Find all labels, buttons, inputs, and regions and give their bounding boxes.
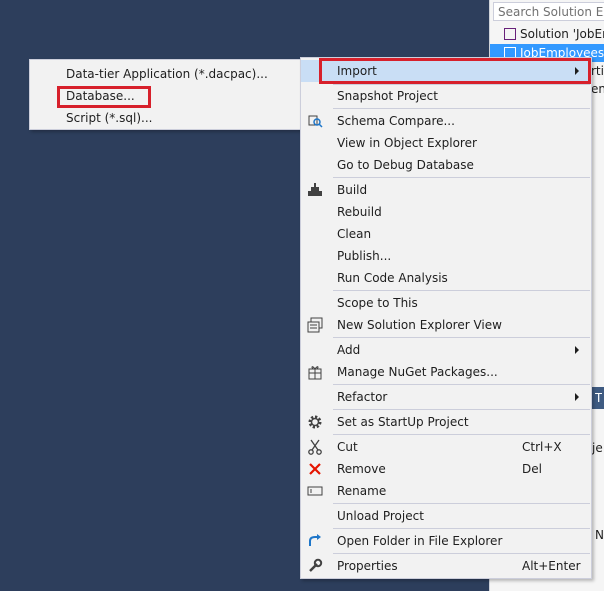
menu-item-label: Publish... xyxy=(337,249,392,263)
menu-separator xyxy=(333,108,590,109)
menu-item-new-solution-explorer-view[interactable]: New Solution Explorer View xyxy=(301,314,591,336)
rename-icon xyxy=(307,483,323,499)
menu-item-label: Open Folder in File Explorer xyxy=(337,534,503,548)
menu-item-remove[interactable]: Remove Del xyxy=(301,458,591,480)
menu-item-build[interactable]: Build xyxy=(301,179,591,201)
menu-item-label: Manage NuGet Packages... xyxy=(337,365,498,379)
menu-item-shortcut: Del xyxy=(522,462,542,476)
scissors-icon xyxy=(307,439,323,455)
solution-icon xyxy=(504,28,516,40)
menu-item-label: Scope to This xyxy=(337,296,418,310)
menu-item-view-in-object-explorer[interactable]: View in Object Explorer xyxy=(301,132,591,154)
menu-item-shortcut: Ctrl+X xyxy=(522,440,562,454)
menu-item-label: Run Code Analysis xyxy=(337,271,448,285)
menu-item-label: Build xyxy=(337,183,368,197)
solution-label: Solution 'JobEmployees' xyxy=(520,27,604,41)
menu-item-open-folder-in-file-explorer[interactable]: Open Folder in File Explorer xyxy=(301,530,591,552)
database-highlight-box xyxy=(57,86,151,108)
menu-item-label: Clean xyxy=(337,227,372,241)
menu-item-rename[interactable]: Rename xyxy=(301,480,591,502)
import-highlight-box xyxy=(319,58,591,84)
menu-item-run-code-analysis[interactable]: Run Code Analysis xyxy=(301,267,591,289)
menu-item-label: Refactor xyxy=(337,390,388,404)
menu-separator xyxy=(333,503,590,504)
menu-separator xyxy=(333,434,590,435)
menu-item-label: Set as StartUp Project xyxy=(337,415,469,429)
menu-separator xyxy=(333,409,590,410)
menu-item-clean[interactable]: Clean xyxy=(301,223,591,245)
menu-item-scope-to-this[interactable]: Scope to This xyxy=(301,292,591,314)
nuget-icon xyxy=(307,364,323,380)
menu-item-set-as-startup-project[interactable]: Set as StartUp Project xyxy=(301,411,591,433)
tree-fragment: N xyxy=(595,528,604,542)
menu-item-label: View in Object Explorer xyxy=(337,136,477,150)
menu-item-label: Add xyxy=(337,343,361,357)
solution-explorer-search-input[interactable]: Search Solution Explorer xyxy=(493,2,604,21)
menu-item-go-to-debug-database[interactable]: Go to Debug Database xyxy=(301,154,591,176)
submenu-arrow-icon xyxy=(575,393,579,401)
menu-item-cut[interactable]: Cut Ctrl+X xyxy=(301,436,591,458)
menu-item-label: Rename xyxy=(337,484,387,498)
menu-separator xyxy=(333,553,590,554)
menu-item-label: Snapshot Project xyxy=(337,89,438,103)
menu-item-refactor[interactable]: Refactor xyxy=(301,386,591,408)
menu-item-publish[interactable]: Publish... xyxy=(301,245,591,267)
wrench-icon xyxy=(307,558,323,574)
menu-separator xyxy=(333,290,590,291)
solution-node[interactable]: Solution 'JobEmployees' xyxy=(490,25,604,43)
menu-item-label: Cut xyxy=(337,440,358,454)
schema-compare-icon xyxy=(307,113,323,129)
tree-fragment: je xyxy=(592,441,603,455)
menu-separator xyxy=(333,177,590,178)
submenu-item-script[interactable]: Script (*.sql)... xyxy=(66,107,152,129)
new-view-icon xyxy=(307,317,323,333)
menu-item-label: Properties xyxy=(337,559,398,573)
submenu-arrow-icon xyxy=(575,346,579,354)
menu-separator xyxy=(333,337,590,338)
menu-separator xyxy=(333,528,590,529)
import-submenu: Data-tier Application (*.dacpac)... Data… xyxy=(29,59,303,130)
refresh-arrow-icon xyxy=(307,533,323,549)
menu-item-label: Remove xyxy=(337,462,386,476)
submenu-item-dacpac[interactable]: Data-tier Application (*.dacpac)... xyxy=(66,63,268,85)
menu-item-label: Rebuild xyxy=(337,205,382,219)
tree-fragment: enc xyxy=(591,82,604,96)
menu-item-label: Unload Project xyxy=(337,509,424,523)
menu-item-properties[interactable]: Properties Alt+Enter xyxy=(301,555,591,577)
menu-item-shortcut: Alt+Enter xyxy=(522,559,581,573)
red-x-icon xyxy=(307,461,323,477)
tree-fragment: rtie xyxy=(591,64,604,78)
menu-separator xyxy=(333,384,590,385)
menu-item-manage-nuget-packages[interactable]: Manage NuGet Packages... xyxy=(301,361,591,383)
build-icon xyxy=(307,182,323,198)
menu-item-label: Go to Debug Database xyxy=(337,158,474,172)
menu-item-unload-project[interactable]: Unload Project xyxy=(301,505,591,527)
menu-item-schema-compare[interactable]: Schema Compare... xyxy=(301,110,591,132)
menu-item-snapshot-project[interactable]: Snapshot Project xyxy=(301,85,591,107)
menu-item-rebuild[interactable]: Rebuild xyxy=(301,201,591,223)
menu-item-add[interactable]: Add xyxy=(301,339,591,361)
gear-icon xyxy=(307,414,323,430)
menu-item-label: New Solution Explorer View xyxy=(337,318,502,332)
project-context-menu: Import Snapshot Project Schema Compare..… xyxy=(300,57,592,579)
menu-item-label: Schema Compare... xyxy=(337,114,455,128)
tab-fragment: T xyxy=(595,391,603,405)
